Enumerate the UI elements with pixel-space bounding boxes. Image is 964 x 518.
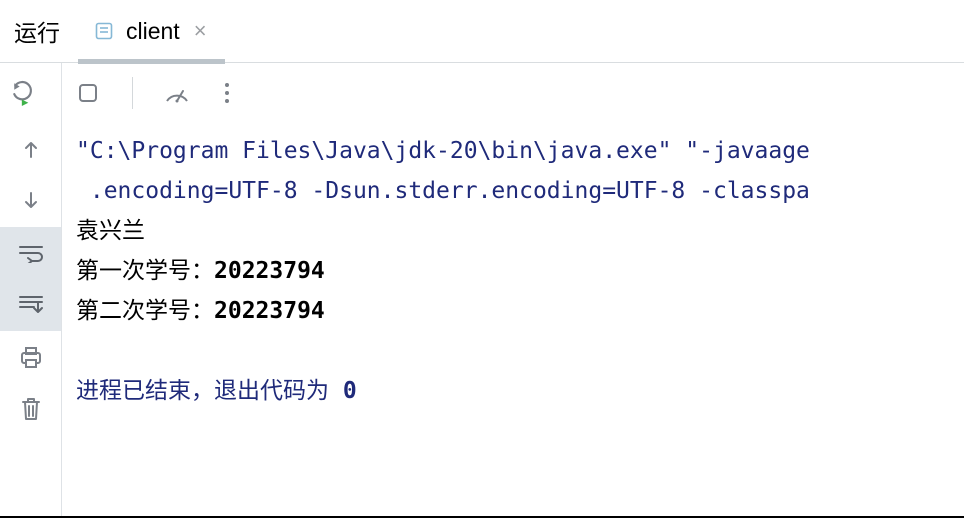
arrow-down-icon[interactable] [19,189,43,213]
console-command-line-1: "C:\Program Files\Java\jdk-20\bin\java.e… [76,138,810,164]
panel-title: 运行 [8,14,78,48]
stop-icon[interactable] [72,77,104,109]
console-toolbar [62,63,964,123]
tab-client[interactable]: client × [78,0,225,63]
file-icon [94,21,114,41]
scroll-to-end-icon[interactable] [18,294,44,316]
rerun-icon[interactable] [8,77,40,109]
close-icon[interactable]: × [192,20,209,42]
console-command-line-2: .encoding=UTF-8 -Dsun.stderr.encoding=UT… [76,178,810,204]
console-stdout-line-2-value: 20223794 [214,258,325,284]
soft-wrap-icon[interactable] [18,243,44,263]
tab-bar: 运行 client × [0,0,964,63]
console-stdout-line-2-label: 第一次学号： [76,258,214,284]
left-gutter [0,63,62,516]
console-exit-label: 进程已结束，退出代码为 [76,378,343,404]
console-exit-code: 0 [343,378,357,404]
trash-icon[interactable] [19,396,43,422]
arrow-up-icon[interactable] [19,137,43,161]
toolbar-separator [132,77,133,109]
tab-underline [78,59,225,64]
tab-label: client [126,18,180,45]
console-stdout-line-3-label: 第二次学号： [76,298,214,324]
console-output[interactable]: "C:\Program Files\Java\jdk-20\bin\java.e… [62,123,964,516]
more-icon[interactable] [221,79,233,107]
console-stdout-line-3-value: 20223794 [214,298,325,324]
print-icon[interactable] [18,345,44,369]
profiler-icon[interactable] [161,77,193,109]
console-stdout-line-1: 袁兴兰 [76,218,145,244]
